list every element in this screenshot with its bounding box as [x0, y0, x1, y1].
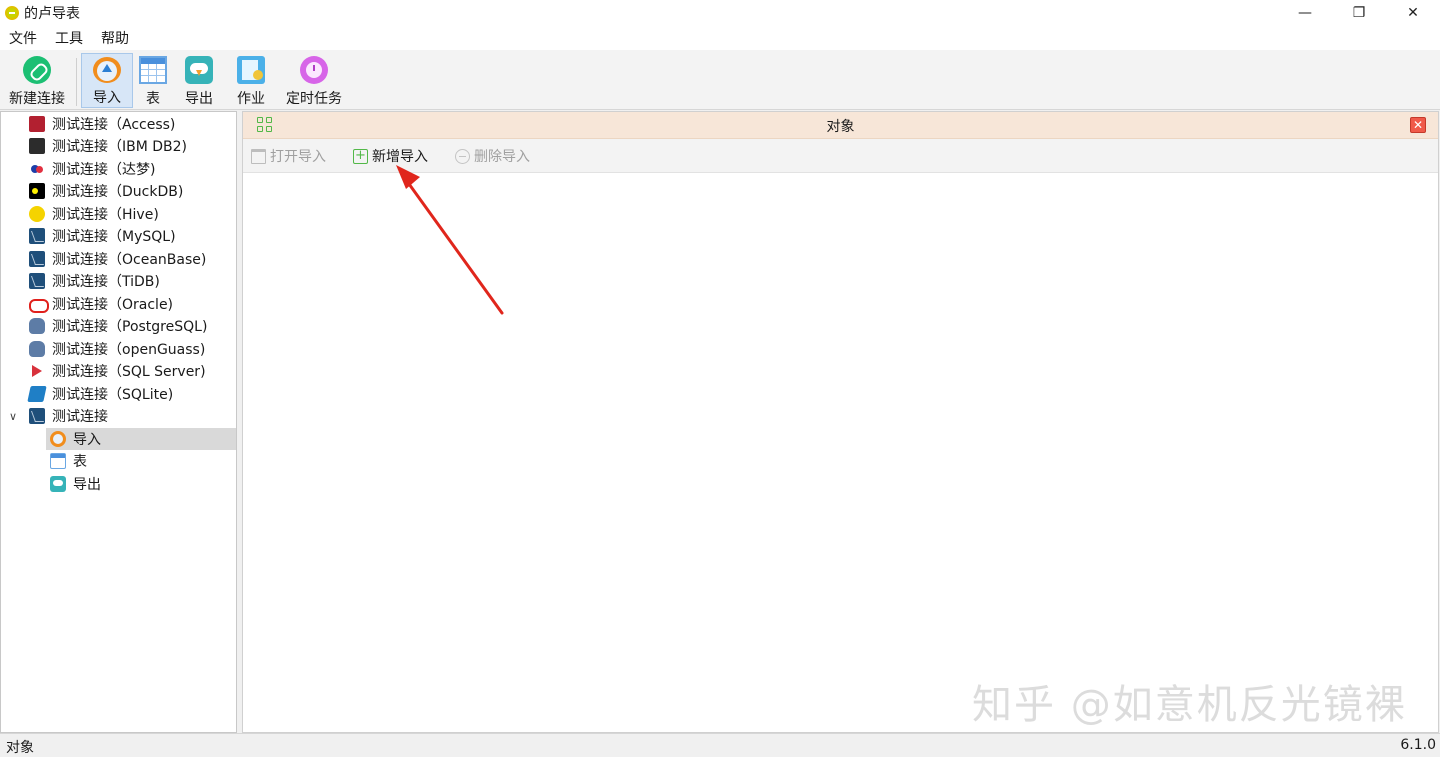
dameng-icon — [29, 161, 45, 177]
main-toolbar: 新建连接 导入 表 导出 作业 定时任务 — [0, 50, 1440, 110]
oceanbase-icon — [29, 251, 45, 267]
tree-item-duckdb[interactable]: 测试连接（DuckDB) — [1, 180, 236, 202]
new-connection-button[interactable]: 新建连接 — [4, 53, 70, 108]
link-icon — [23, 56, 51, 84]
chevron-down-icon[interactable]: ∨ — [9, 410, 17, 423]
connection-tree: 测试连接（Access) 测试连接（IBM DB2) 测试连接（达梦) 测试连接… — [0, 111, 237, 733]
clock-icon — [300, 56, 328, 84]
tree-child-export[interactable]: 导出 — [1, 473, 236, 495]
tree-item-opengauss[interactable]: 测试连接（openGuass) — [1, 338, 236, 360]
close-panel-icon[interactable]: ✕ — [1410, 117, 1426, 133]
tree-item-oceanbase[interactable]: 测试连接（OceanBase) — [1, 248, 236, 270]
hive-icon — [29, 206, 45, 222]
opengauss-icon — [29, 341, 45, 357]
table-label: 表 — [146, 91, 160, 107]
tree-item-label: 测试连接（达梦) — [52, 162, 156, 178]
minimize-icon[interactable]: — — [1278, 0, 1332, 25]
menu-tools[interactable]: 工具 — [55, 28, 83, 48]
tree-item-label: 测试连接（Access) — [52, 117, 176, 133]
panel-title: 对象 — [826, 119, 855, 135]
tree-item-label: 测试连接（SQLite) — [52, 387, 174, 403]
menu-help[interactable]: 帮助 — [101, 28, 129, 48]
tree-item-db2[interactable]: 测试连接（IBM DB2) — [1, 135, 236, 157]
job-icon — [237, 56, 265, 84]
tree-item-label: 测试连接（OceanBase) — [52, 252, 207, 268]
table-icon — [50, 453, 66, 469]
table-button[interactable]: 表 — [136, 53, 170, 108]
menu-file[interactable]: 文件 — [9, 28, 37, 48]
tree-item-label: 测试连接（openGuass) — [52, 342, 206, 358]
tree-item-label: 测试连接（DuckDB) — [52, 184, 184, 200]
sqlserver-icon — [29, 363, 45, 379]
open-import-button[interactable]: 打开导入 — [251, 146, 326, 166]
window-controls: — ❐ ✕ — [1278, 0, 1440, 25]
scheduled-task-button[interactable]: 定时任务 — [284, 53, 344, 108]
tree-item-oracle[interactable]: 测试连接（Oracle) — [1, 293, 236, 315]
postgresql-icon — [29, 318, 45, 334]
oracle-icon — [29, 296, 49, 313]
mysql-icon — [29, 228, 45, 244]
tree-item-access[interactable]: 测试连接（Access) — [1, 113, 236, 135]
title-bar: 的卢导表 — ❐ ✕ — [0, 0, 1440, 25]
toolbar-separator — [76, 58, 77, 106]
tree-item-label: 导出 — [73, 477, 101, 493]
version-label: 6.1.0 — [1400, 737, 1436, 753]
open-import-label: 打开导入 — [270, 149, 326, 165]
table-icon — [139, 56, 167, 84]
tree-item-dameng[interactable]: 测试连接（达梦) — [1, 158, 236, 180]
duckdb-icon — [29, 183, 45, 199]
job-button[interactable]: 作业 — [232, 53, 270, 108]
import-button[interactable]: 导入 — [81, 53, 133, 108]
tree-item-tidb[interactable]: 测试连接（TiDB) — [1, 270, 236, 292]
tree-child-table[interactable]: 表 — [1, 450, 236, 472]
app-logo-icon — [5, 5, 19, 20]
scheduled-task-label: 定时任务 — [286, 91, 342, 107]
menu-bar: 文件 工具 帮助 — [0, 25, 1440, 50]
export-label: 导出 — [185, 91, 213, 107]
tree-item-label: 导入 — [73, 432, 101, 448]
new-connection-label: 新建连接 — [9, 91, 65, 107]
status-text: 对象 — [6, 740, 34, 756]
window-title: 的卢导表 — [24, 5, 80, 22]
tree-item-expanded-connection[interactable]: ∨ 测试连接 — [1, 405, 236, 427]
tree-item-label: 测试连接 — [52, 409, 108, 425]
access-icon — [29, 116, 45, 132]
tree-item-postgresql[interactable]: 测试连接（PostgreSQL) — [1, 315, 236, 337]
tree-item-hive[interactable]: 测试连接（Hive) — [1, 203, 236, 225]
panel-header: 对象 ✕ — [243, 112, 1438, 139]
mysql-icon — [29, 408, 45, 424]
export-icon — [50, 476, 66, 492]
tree-item-mysql[interactable]: 测试连接（MySQL) — [1, 225, 236, 247]
tree-child-import[interactable]: 导入 — [46, 428, 236, 450]
restore-icon[interactable]: ❐ — [1332, 0, 1386, 25]
tree-item-label: 测试连接（SQL Server) — [52, 364, 206, 380]
sqlite-icon — [27, 386, 47, 402]
watermark-text: 知乎 @如意机反光镜裸 — [972, 682, 1407, 728]
import-label: 导入 — [93, 90, 121, 106]
plus-icon: + — [353, 148, 368, 164]
tree-item-label: 测试连接（IBM DB2) — [52, 139, 188, 155]
tree-item-label: 测试连接（Hive) — [52, 207, 159, 223]
tree-item-label: 测试连接（TiDB) — [52, 274, 160, 290]
folder-icon — [251, 148, 266, 164]
tree-item-label: 测试连接（MySQL) — [52, 229, 176, 245]
tree-item-label: 测试连接（PostgreSQL) — [52, 319, 208, 335]
job-label: 作业 — [237, 91, 265, 107]
tree-item-label: 测试连接（Oracle) — [52, 297, 174, 313]
annotation-arrow — [396, 165, 504, 315]
close-icon[interactable]: ✕ — [1386, 0, 1440, 25]
db2-icon — [29, 138, 45, 154]
tidb-icon — [29, 273, 45, 289]
tree-item-sqlite[interactable]: 测试连接（SQLite) — [1, 383, 236, 405]
tree-item-sqlserver[interactable]: 测试连接（SQL Server) — [1, 360, 236, 382]
import-icon — [93, 57, 121, 83]
import-icon — [50, 431, 66, 447]
tree-item-label: 表 — [73, 454, 87, 470]
export-icon — [185, 56, 213, 84]
status-bar: 对象 6.1.0 — [0, 733, 1440, 757]
export-button[interactable]: 导出 — [180, 53, 218, 108]
